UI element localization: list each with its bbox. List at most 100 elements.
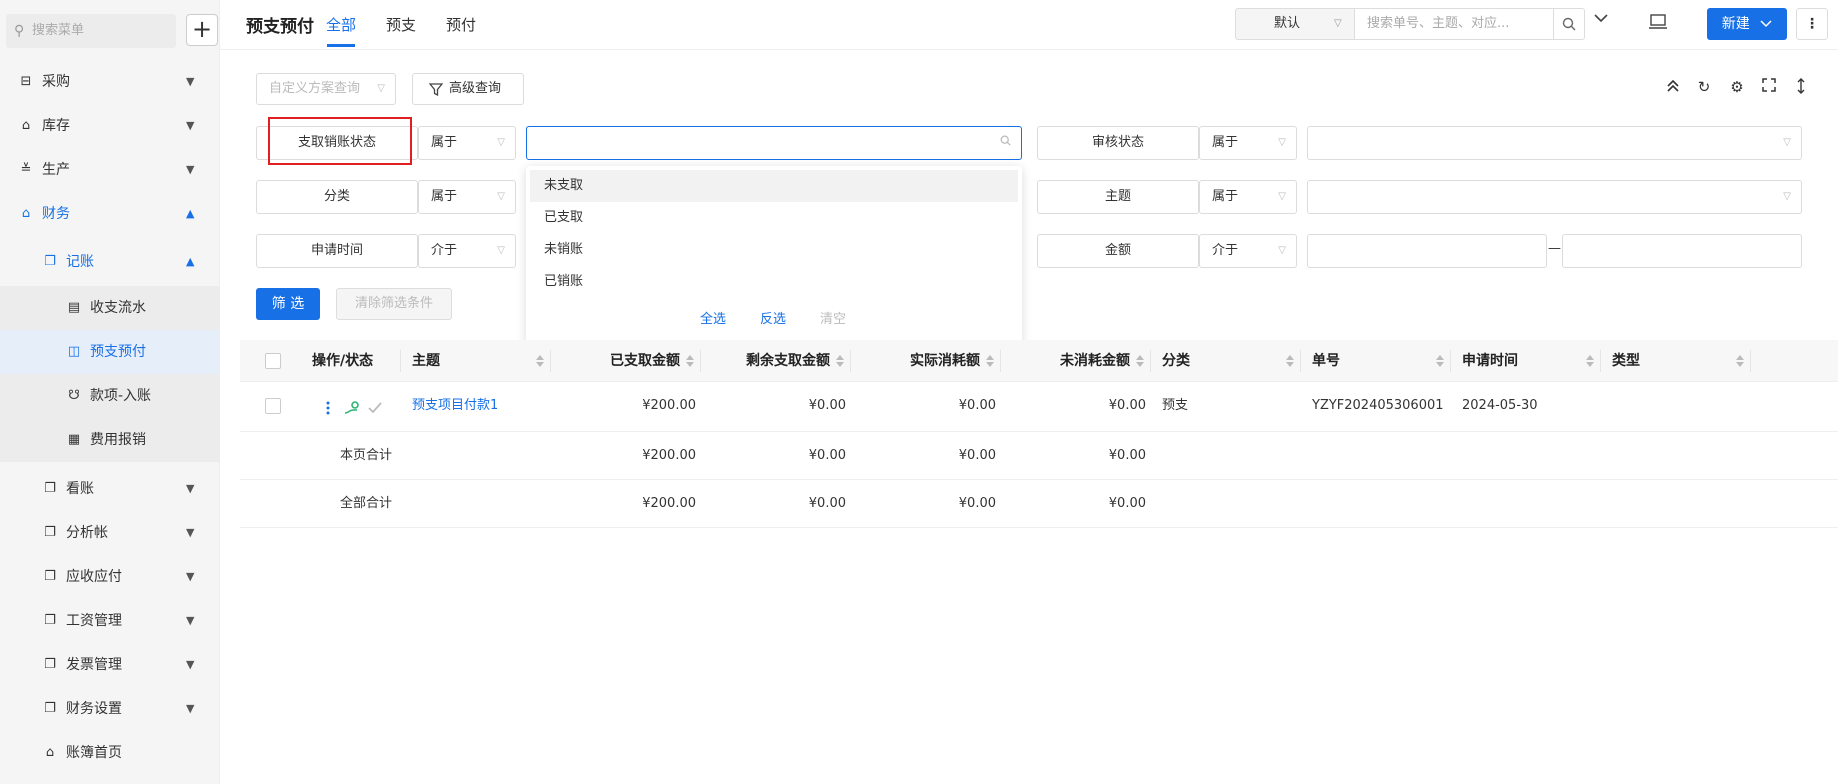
filter-button[interactable]: 筛 选 bbox=[256, 288, 320, 320]
sort-icon[interactable] bbox=[836, 355, 844, 367]
sidebar-item-receivables[interactable]: ❐ 应收应付 ▼ bbox=[0, 557, 220, 597]
sidebar-item-prepayment[interactable]: ◫ 预支预付 bbox=[0, 330, 220, 374]
sidebar-item-bookkeeping[interactable]: ❐ 记账 ▲ bbox=[0, 242, 220, 282]
dropdown-option-unsettled[interactable]: 未销账 bbox=[530, 234, 1018, 266]
filter-op-select[interactable]: 属于 ▽ bbox=[418, 126, 516, 160]
menu-search-input[interactable]: ⚲ 搜索菜单 bbox=[6, 14, 176, 48]
clear-selection-link[interactable]: 清空 bbox=[820, 308, 846, 327]
sidebar-item-cashflow[interactable]: ▤ 收支流水 bbox=[0, 286, 220, 330]
sidebar-item-analysis[interactable]: ❐ 分析帐 ▼ bbox=[0, 513, 220, 553]
sort-icon[interactable] bbox=[1136, 355, 1144, 367]
row-checkbox[interactable] bbox=[265, 398, 281, 414]
sidebar-item-payroll[interactable]: ❐ 工资管理 ▼ bbox=[0, 601, 220, 641]
sidebar-item-receipt[interactable]: ☋ 款项-入账 bbox=[0, 374, 220, 418]
sidebar-item-invoice[interactable]: ❐ 发票管理 ▼ bbox=[0, 645, 220, 685]
sort-icon[interactable] bbox=[1736, 355, 1744, 367]
dropdown-option-settled[interactable]: 已销账 bbox=[530, 266, 1018, 298]
fullscreen-icon[interactable] bbox=[1760, 78, 1778, 96]
filter-op-select[interactable]: 属于 ▽ bbox=[1199, 180, 1297, 214]
col-type[interactable]: 类型 bbox=[1612, 340, 1640, 382]
col-remaining-amount[interactable]: 剩余支取金额 bbox=[746, 340, 830, 382]
row-subject-link[interactable]: 预支项目付款1 bbox=[412, 382, 498, 430]
sort-icon[interactable] bbox=[986, 355, 994, 367]
view-select[interactable]: 默认 ▽ bbox=[1235, 8, 1355, 40]
withdraw-status-value-input[interactable] bbox=[526, 126, 1022, 160]
monitor-icon[interactable] bbox=[1649, 14, 1667, 30]
chevron-down-icon: ▼ bbox=[186, 570, 195, 583]
sidebar-item-purchase[interactable]: ⊟ 采购 ▼ bbox=[0, 62, 220, 102]
col-category[interactable]: 分类 bbox=[1162, 340, 1190, 382]
filter-field-amount[interactable]: 金额 bbox=[1037, 234, 1199, 268]
filter-value-select[interactable]: ▽ bbox=[1307, 126, 1802, 160]
summary-remaining: ¥0.00 bbox=[808, 448, 846, 463]
column-divider bbox=[1000, 350, 1001, 372]
row-height-icon[interactable] bbox=[1792, 78, 1810, 96]
filter-value-select[interactable]: ▽ bbox=[1307, 180, 1802, 214]
tab-prepay[interactable]: 预付 bbox=[446, 14, 476, 35]
sidebar-item-inventory[interactable]: ⌂ 库存 ▼ bbox=[0, 106, 220, 146]
filter-field-audit-status[interactable]: 审核状态 bbox=[1037, 126, 1199, 160]
col-unconsumed-amount[interactable]: 未消耗金额 bbox=[1060, 340, 1130, 382]
amount-min-input[interactable] bbox=[1307, 234, 1547, 268]
search-input[interactable]: 搜索单号、主题、对应... bbox=[1354, 8, 1554, 40]
invert-selection-link[interactable]: 反选 bbox=[760, 308, 786, 327]
col-withdrawn-amount[interactable]: 已支取金额 bbox=[610, 340, 680, 382]
filter-op-select[interactable]: 属于 ▽ bbox=[418, 180, 516, 214]
sort-icon[interactable] bbox=[1586, 355, 1594, 367]
advanced-query-button[interactable]: 高级查询 bbox=[412, 73, 524, 105]
sort-icon[interactable] bbox=[1286, 355, 1294, 367]
select-all-checkbox[interactable] bbox=[265, 353, 281, 369]
chevron-down-icon: ▽ bbox=[377, 83, 385, 94]
col-action-status: 操作/状态 bbox=[312, 353, 374, 369]
tab-all[interactable]: 全部 bbox=[326, 14, 356, 35]
dropdown-option-unwithdrawn[interactable]: 未支取 bbox=[530, 170, 1018, 202]
col-number[interactable]: 单号 bbox=[1312, 340, 1340, 382]
dropdown-option-withdrawn[interactable]: 已支取 bbox=[530, 202, 1018, 234]
sidebar-item-finance[interactable]: ⌂ 财务 ▲ bbox=[0, 194, 220, 234]
amount-max-input[interactable] bbox=[1562, 234, 1802, 268]
more-options-button[interactable]: ⋮ bbox=[1796, 8, 1828, 40]
select-all-link[interactable]: 全选 bbox=[700, 308, 726, 327]
sort-icon[interactable] bbox=[686, 355, 694, 367]
sidebar-item-view-ledger[interactable]: ❐ 看账 ▼ bbox=[0, 469, 220, 509]
summary-unconsumed: ¥0.00 bbox=[1108, 448, 1146, 463]
row-more-icon[interactable] bbox=[326, 384, 330, 432]
sidebar-item-expense[interactable]: ▦ 费用报销 bbox=[0, 418, 220, 462]
search-icon: ⚲ bbox=[14, 23, 25, 39]
sort-icon[interactable] bbox=[1436, 355, 1444, 367]
new-button[interactable]: 新建 bbox=[1707, 8, 1787, 40]
table-row[interactable]: 预支项目付款1 ¥200.00 ¥0.00 ¥0.00 ¥0.00 预支 YZY… bbox=[240, 382, 1838, 432]
filter-field-category[interactable]: 分类 bbox=[256, 180, 418, 214]
check-icon[interactable] bbox=[368, 384, 382, 432]
col-subject[interactable]: 主题 bbox=[412, 340, 440, 382]
col-apply-date[interactable]: 申请时间 bbox=[1462, 340, 1518, 382]
search-button[interactable] bbox=[1553, 8, 1585, 40]
sidebar-item-production[interactable]: ≚ 生产 ▼ bbox=[0, 150, 220, 190]
filter-op-select[interactable]: 介于 ▽ bbox=[1199, 234, 1297, 268]
expand-search-chevron[interactable] bbox=[1594, 12, 1608, 27]
sidebar-item-label: 记账 bbox=[66, 254, 94, 270]
sidebar-item-ledger-home[interactable]: ⌂ 账簿首页 bbox=[0, 733, 220, 773]
sidebar-item-label: 看账 bbox=[66, 481, 94, 497]
filter-field-apply-date[interactable]: 申请时间 bbox=[256, 234, 418, 268]
gear-icon[interactable]: ⚙ bbox=[1728, 78, 1746, 96]
filter-field-subject[interactable]: 主题 bbox=[1037, 180, 1199, 214]
chevron-up-icon: ▲ bbox=[186, 255, 195, 268]
filter-op-value: 属于 bbox=[431, 189, 458, 204]
collapse-up-icon[interactable] bbox=[1664, 78, 1682, 96]
scheme-select[interactable]: 自定义方案查询 ▽ bbox=[256, 73, 396, 105]
tab-advance[interactable]: 预支 bbox=[386, 14, 416, 35]
clear-filters-button[interactable]: 清除筛选条件 bbox=[336, 288, 452, 320]
filter-op-select[interactable]: 属于 ▽ bbox=[1199, 126, 1297, 160]
col-consumed-amount[interactable]: 实际消耗额 bbox=[910, 340, 980, 382]
chevron-up-icon: ▲ bbox=[186, 207, 195, 220]
add-menu-button[interactable]: + bbox=[186, 14, 218, 46]
search-icon bbox=[1000, 135, 1011, 149]
sidebar-item-finance-settings[interactable]: ❐ 财务设置 ▼ bbox=[0, 689, 220, 729]
refresh-icon[interactable]: ↻ bbox=[1695, 78, 1713, 96]
filter-op-select[interactable]: 介于 ▽ bbox=[418, 234, 516, 268]
chevron-down-icon: ▽ bbox=[1334, 18, 1342, 29]
withdraw-icon[interactable] bbox=[344, 384, 360, 432]
new-button-label: 新建 bbox=[1721, 16, 1750, 32]
sort-icon[interactable] bbox=[536, 355, 544, 367]
